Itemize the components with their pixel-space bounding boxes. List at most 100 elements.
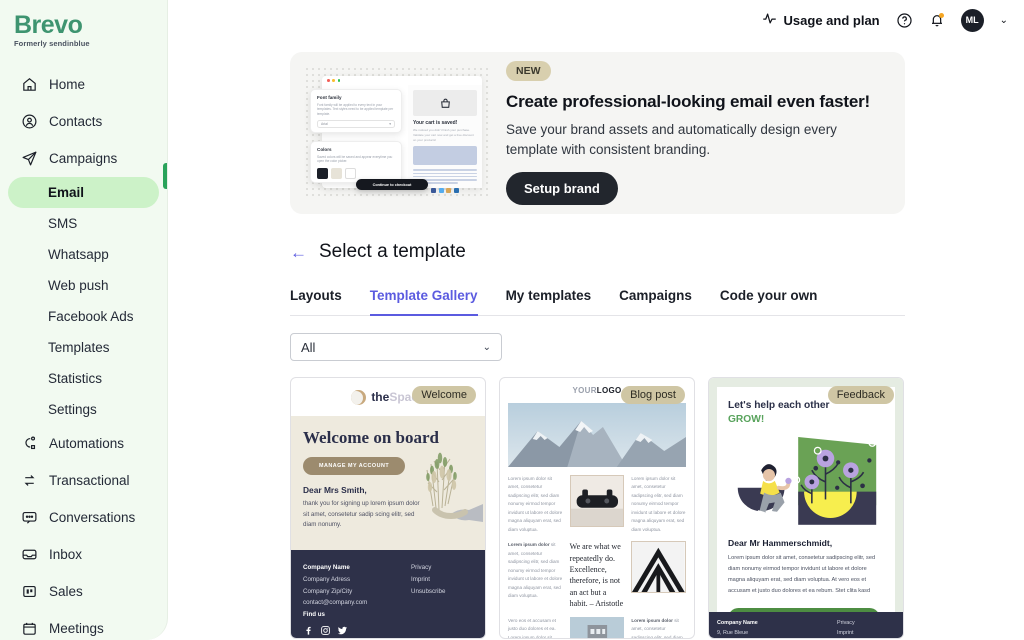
sidebar-item-email[interactable]: Email (8, 177, 159, 209)
template-badge: Blog post (621, 386, 685, 404)
tab-layouts[interactable]: Layouts (290, 288, 342, 316)
sidebar-subitem-label: Web push (48, 278, 109, 294)
preview-cta-button: Continue to checkout (356, 179, 428, 190)
email-preview: Your cart is saved! We noticed you didn'… (408, 85, 482, 193)
preview-hero (413, 90, 477, 116)
page-header: ← Select a template (290, 241, 1024, 263)
browser-titlebar (322, 76, 482, 85)
home-icon (20, 76, 38, 94)
card3-footer-left: Company Name 9, Rue Bleue (717, 618, 837, 636)
sidebar-item-sales[interactable]: Sales (8, 573, 159, 610)
tab-campaigns[interactable]: Campaigns (619, 288, 692, 316)
avatar[interactable]: ML (960, 8, 984, 32)
main-area: Usage and plan ML ⌄ Font family Font fam… (168, 0, 1024, 640)
tab-code-your-own[interactable]: Code your own (720, 288, 818, 316)
card1-footer-company: Company Name (303, 564, 350, 571)
sidebar-subitem-label: Templates (48, 340, 110, 356)
category-filter-select[interactable]: All ⌄ (290, 333, 502, 361)
sidebar-subitem-label: Facebook Ads (48, 309, 134, 325)
sidebar-item-conversations[interactable]: Conversations (8, 499, 159, 536)
sidebar-item-whatsapp[interactable]: Whatsapp (8, 239, 159, 270)
card1-plant-image (426, 452, 483, 522)
sidebar-item-meetings[interactable]: Meetings (8, 610, 159, 640)
card2-image-controller (569, 475, 625, 534)
preview-image (413, 146, 477, 166)
template-card-welcome[interactable]: Welcome theSpace Welcome on board MANAGE… (290, 377, 486, 639)
sidebar-item-web-push[interactable]: Web push (8, 270, 159, 301)
card3-greeting: Dear Mr Hammerschmidt, (728, 538, 833, 549)
template-badge: Feedback (827, 386, 894, 404)
usage-and-plan-label: Usage and plan (783, 12, 880, 28)
preview-text: We noticed you didn't finish your purcha… (413, 128, 474, 142)
sidebar-item-sms[interactable]: SMS (8, 208, 159, 239)
sidebar-item-campaigns[interactable]: Campaigns (8, 140, 159, 177)
sidebar-item-label: Campaigns (49, 151, 118, 167)
card3-link-privacy: Privacy (837, 620, 855, 626)
send-icon (20, 150, 38, 168)
font-family-card: Font family Font family will be applied … (310, 89, 402, 133)
card1-footer-left: Company Name Company Adress Company Zip/… (303, 562, 411, 635)
font-card-text: Font family will be applied to every tex… (317, 102, 394, 117)
sidebar-item-label: Meetings (49, 621, 104, 637)
card1-footer-right: Privacy Imprint Unsubscribe (411, 562, 473, 628)
sidebar-subitem-label: SMS (48, 216, 78, 232)
help-circle-icon[interactable] (896, 12, 913, 29)
inbox-icon (20, 546, 38, 564)
promo-banner: Font family Font family will be applied … (290, 52, 905, 214)
card1-link-unsubscribe: Unsubscribe (411, 587, 446, 595)
sidebar-item-label: Inbox (49, 547, 83, 563)
card1-footer-email: contact@company.com (303, 599, 368, 607)
template-badge: Welcome (412, 386, 476, 404)
sidebar-item-automations[interactable]: Automations (8, 425, 159, 462)
arrow-left-icon[interactable]: ← (290, 244, 307, 261)
sidebar-nav: Home Contacts Campaigns Email SMS Whatsa… (0, 66, 167, 640)
template-card-blog-post[interactable]: Blog post YOURLOGO Lorem ipsum dolor sit… (499, 377, 695, 639)
sidebar-item-label: Automations (49, 436, 125, 452)
template-card-feedback[interactable]: Feedback Let's help each other GROW! Dea… (708, 377, 904, 639)
filter-row: All ⌄ (290, 333, 1024, 361)
card1-link-imprint: Imprint (411, 575, 430, 583)
topbar: Usage and plan ML ⌄ (168, 0, 1024, 40)
colors-card: Colors Saved colors will be saved and ap… (310, 141, 402, 183)
sidebar-item-label: Sales (49, 584, 83, 600)
banner-text-block: NEW Create professional-looking email ev… (506, 61, 891, 205)
usage-and-plan-button[interactable]: Usage and plan (762, 11, 880, 29)
card2-text-3: Lorem ipsum dolor sit amet, consetetur s… (508, 542, 563, 599)
instagram-icon (321, 626, 330, 635)
sidebar-item-facebook-ads[interactable]: Facebook Ads (8, 301, 159, 332)
card1-footer-findus: Find us (303, 611, 325, 619)
brand-logo[interactable]: Brevo Formerly sendinblue (0, 6, 167, 58)
sidebar-item-statistics[interactable]: Statistics (8, 363, 159, 394)
chat-icon (20, 509, 38, 527)
banner-title: Create professional-looking email even f… (506, 92, 870, 112)
colors-card-text: Saved colors will be saved and appear ev… (317, 154, 393, 164)
tab-my-templates[interactable]: My templates (506, 288, 592, 316)
facebook-icon (306, 626, 311, 635)
mockup-body: Font family Font family will be applied … (310, 85, 482, 193)
card3-outer: Let's help each other GROW! Dear Mr Hamm… (709, 378, 903, 638)
transactional-icon (20, 472, 38, 490)
card2-logo: YOURLOGO (572, 386, 622, 395)
banner-illustration: Font family Font family will be applied … (304, 66, 490, 200)
tab-template-gallery[interactable]: Template Gallery (369, 288, 478, 316)
sidebar-item-transactional[interactable]: Transactional (8, 462, 159, 499)
card3-illustration (728, 430, 884, 526)
card1-cta: MANAGE MY ACCOUNT (303, 456, 406, 475)
sidebar-item-settings[interactable]: Settings (8, 394, 159, 425)
sidebar: Brevo Formerly sendinblue Home Contacts … (0, 0, 168, 640)
setup-brand-button[interactable]: Setup brand (506, 171, 618, 205)
sidebar-item-templates[interactable]: Templates (8, 332, 159, 363)
sidebar-item-label: Home (49, 77, 86, 93)
sidebar-item-home[interactable]: Home (8, 66, 159, 103)
automations-icon (20, 435, 38, 453)
notification-badge (938, 13, 944, 18)
card2-text-4: Vero eos et accusam et justo duo dolores… (508, 617, 557, 639)
new-badge: NEW (506, 61, 551, 82)
calendar-icon (20, 620, 38, 638)
sidebar-item-contacts[interactable]: Contacts (8, 103, 159, 140)
sidebar-item-inbox[interactable]: Inbox (8, 536, 159, 573)
chevron-down-icon[interactable]: ⌄ (1000, 15, 1008, 26)
page-title: Select a template (319, 241, 466, 262)
bell-icon[interactable] (929, 12, 945, 28)
activity-icon (762, 11, 777, 29)
